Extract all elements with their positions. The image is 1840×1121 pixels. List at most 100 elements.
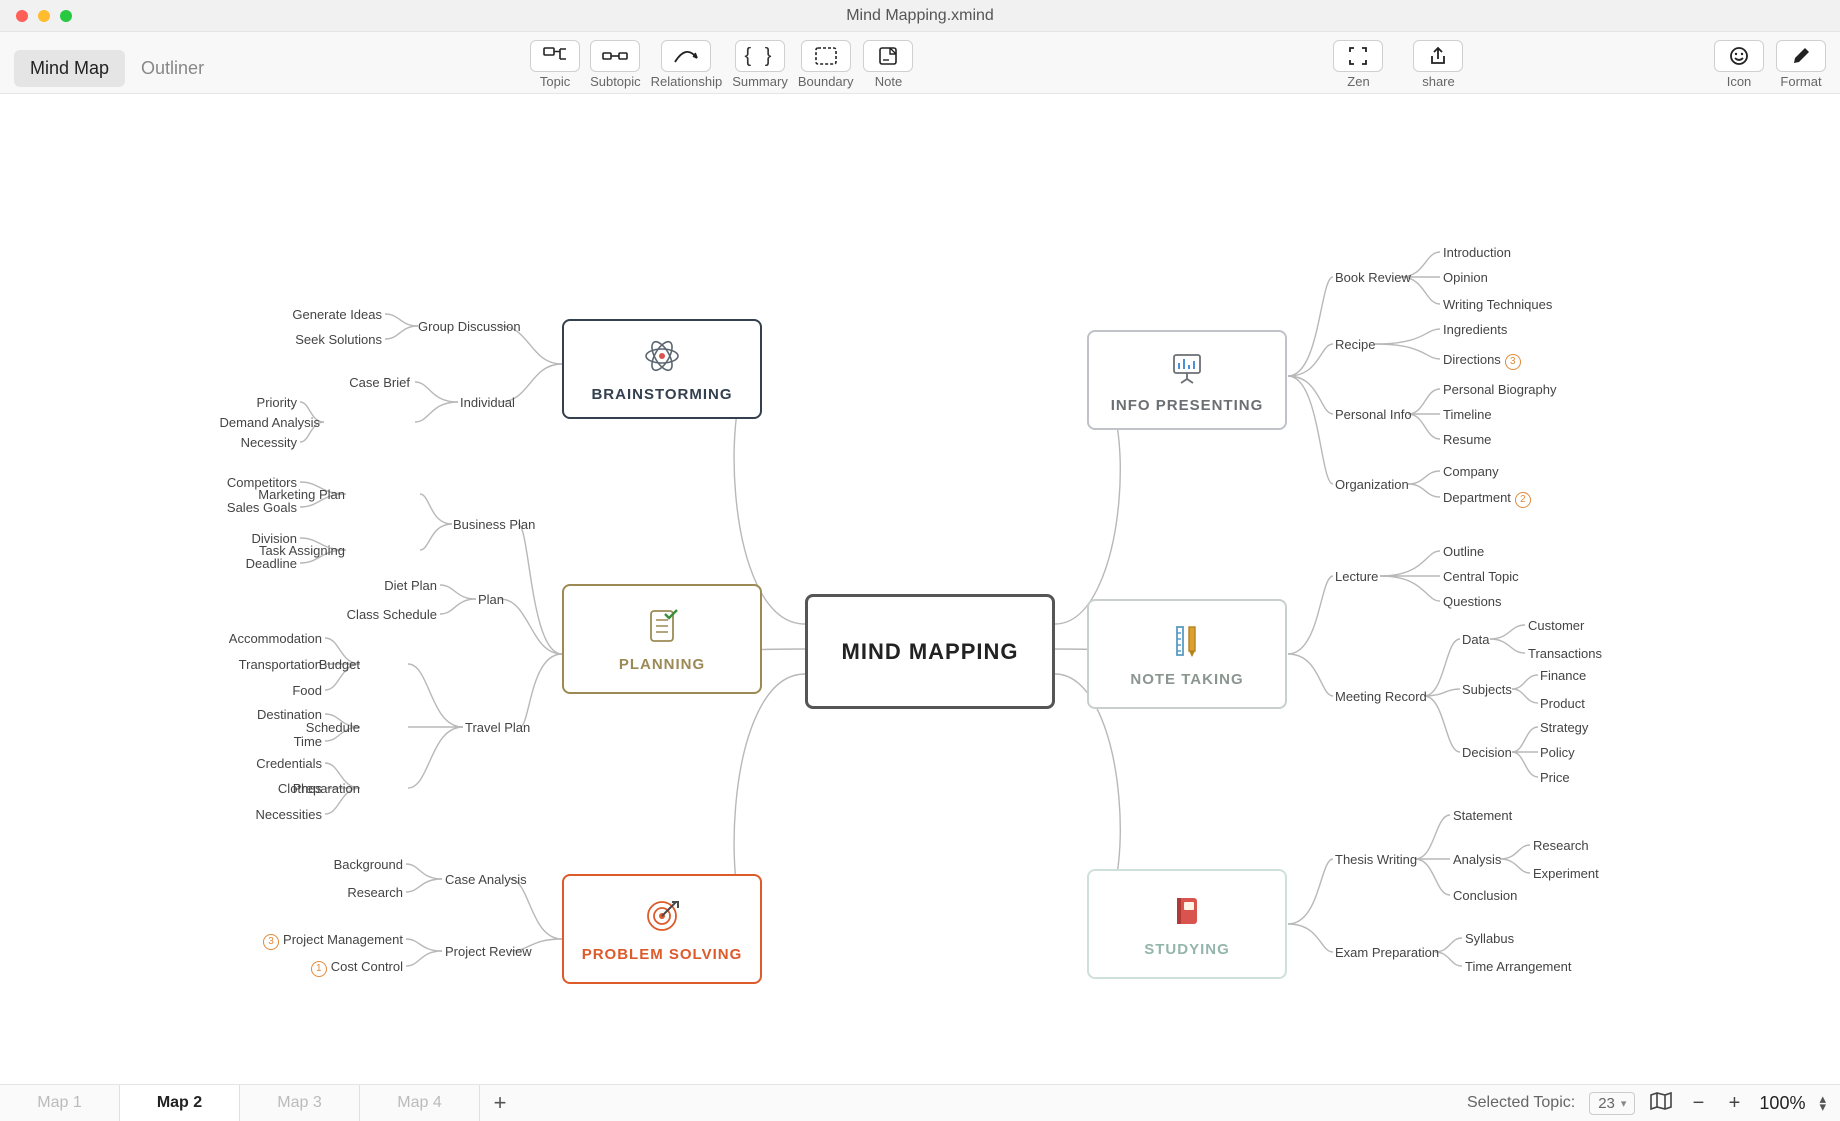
topic-node[interactable]: Seek Solutions	[295, 332, 382, 347]
topic-node[interactable]: Thesis Writing	[1335, 852, 1417, 867]
branch-planning[interactable]: PLANNING	[562, 584, 762, 694]
topic-node[interactable]: Exam Preparation	[1335, 945, 1439, 960]
topic-node[interactable]: Introduction	[1443, 245, 1511, 260]
branch-problem-solving[interactable]: PROBLEM SOLVING	[562, 874, 762, 984]
topic-node[interactable]: Timeline	[1443, 407, 1492, 422]
sheet-tab[interactable]: Map 1	[0, 1085, 120, 1121]
topic-node[interactable]: Credentials	[256, 756, 322, 771]
map-overview-icon[interactable]	[1649, 1091, 1673, 1116]
topic-node[interactable]: Writing Techniques	[1443, 297, 1552, 312]
branch-note-taking[interactable]: NOTE TAKING	[1087, 599, 1287, 709]
topic-node[interactable]: Resume	[1443, 432, 1491, 447]
topic-node[interactable]: 3Project Management	[259, 932, 403, 950]
topic-node[interactable]: Division	[251, 531, 297, 546]
topic-button[interactable]: Topic	[530, 40, 580, 89]
topic-node[interactable]: Meeting Record	[1335, 689, 1427, 704]
topic-node[interactable]: Statement	[1453, 808, 1512, 823]
topic-node[interactable]: Recipe	[1335, 337, 1375, 352]
selected-topic-dropdown[interactable]: 23 ▾	[1589, 1092, 1635, 1115]
topic-node[interactable]: Directions3	[1443, 352, 1525, 370]
topic-node[interactable]: Product	[1540, 696, 1585, 711]
topic-node[interactable]: Time Arrangement	[1465, 959, 1571, 974]
topic-node[interactable]: Opinion	[1443, 270, 1488, 285]
topic-node[interactable]: Necessities	[256, 807, 322, 822]
mind-map-canvas[interactable]: MIND MAPPING BRAINSTORMING PLANNING PROB…	[0, 94, 1840, 1084]
topic-node[interactable]: Background	[334, 857, 403, 872]
topic-node[interactable]: Group Discussion	[418, 319, 521, 334]
topic-node[interactable]: Personal Biography	[1443, 382, 1556, 397]
topic-node[interactable]: Questions	[1443, 594, 1502, 609]
topic-node[interactable]: Personal Info	[1335, 407, 1412, 422]
topic-node[interactable]: Outline	[1443, 544, 1484, 559]
topic-node[interactable]: Lecture	[1335, 569, 1378, 584]
topic-node[interactable]: Policy	[1540, 745, 1575, 760]
topic-node[interactable]: Experiment	[1533, 866, 1599, 881]
share-button[interactable]: share	[1413, 40, 1463, 89]
topic-node[interactable]: Project Review	[445, 944, 532, 959]
topic-node[interactable]: Sales Goals	[227, 500, 297, 515]
topic-node[interactable]: Finance	[1540, 668, 1586, 683]
branch-studying[interactable]: STUDYING	[1087, 869, 1287, 979]
central-topic[interactable]: MIND MAPPING	[805, 594, 1055, 709]
topic-node[interactable]: Generate Ideas	[292, 307, 382, 322]
topic-node[interactable]: Data	[1462, 632, 1489, 647]
boundary-button[interactable]: Boundary	[798, 40, 854, 89]
sheet-tab[interactable]: Map 2	[120, 1085, 240, 1121]
topic-node[interactable]: Case Analysis	[445, 872, 527, 887]
branch-info-presenting[interactable]: INFO PRESENTING	[1087, 330, 1287, 430]
topic-node[interactable]: Destination	[257, 707, 322, 722]
topic-node[interactable]: 1Cost Control	[307, 959, 403, 977]
topic-node[interactable]: Strategy	[1540, 720, 1588, 735]
topic-node[interactable]: Deadline	[246, 556, 297, 571]
zoom-stepper-icon[interactable]: ▴▾	[1819, 1095, 1826, 1111]
topic-node[interactable]: Time	[294, 734, 322, 749]
note-button[interactable]: Note	[863, 40, 913, 89]
add-sheet-button[interactable]: +	[480, 1085, 520, 1121]
topic-node[interactable]: Accommodation	[229, 631, 322, 646]
icon-button[interactable]: Icon	[1714, 40, 1764, 89]
topic-node[interactable]: Transactions	[1528, 646, 1602, 661]
topic-node[interactable]: Business Plan	[453, 517, 535, 532]
zoom-in-button[interactable]: +	[1723, 1092, 1745, 1114]
topic-node[interactable]: Book Review	[1335, 270, 1411, 285]
topic-node[interactable]: Decision	[1462, 745, 1512, 760]
format-button[interactable]: Format	[1776, 40, 1826, 89]
branch-brainstorming[interactable]: BRAINSTORMING	[562, 319, 762, 419]
topic-node[interactable]: Ingredients	[1443, 322, 1507, 337]
sheet-tab[interactable]: Map 3	[240, 1085, 360, 1121]
zen-button[interactable]: Zen	[1333, 40, 1383, 89]
topic-node[interactable]: Competitors	[227, 475, 297, 490]
summary-button[interactable]: { } Summary	[732, 40, 788, 89]
topic-node[interactable]: Food	[292, 683, 322, 698]
zoom-out-button[interactable]: −	[1687, 1092, 1709, 1114]
topic-node[interactable]: Necessity	[241, 435, 297, 450]
topic-node[interactable]: Syllabus	[1465, 931, 1514, 946]
topic-node[interactable]: Analysis	[1453, 852, 1501, 867]
topic-node[interactable]: Company	[1443, 464, 1499, 479]
topic-node[interactable]: Priority	[257, 395, 297, 410]
topic-node[interactable]: Travel Plan	[465, 720, 530, 735]
topic-node[interactable]: Diet Plan	[384, 578, 437, 593]
topic-node[interactable]: Central Topic	[1443, 569, 1519, 584]
mode-outliner[interactable]: Outliner	[125, 50, 220, 87]
mode-mind-map[interactable]: Mind Map	[14, 50, 125, 87]
topic-node[interactable]: Clothes	[278, 781, 322, 796]
topic-node[interactable]: Class Schedule	[347, 607, 437, 622]
topic-node[interactable]: Price	[1540, 770, 1570, 785]
relationship-button[interactable]: Relationship	[651, 40, 723, 89]
topic-node[interactable]: Transportation	[239, 657, 322, 672]
topic-node[interactable]: Conclusion	[1453, 888, 1517, 903]
topic-node[interactable]: Research	[347, 885, 403, 900]
topic-node[interactable]: Demand Analysis	[220, 415, 320, 430]
subtopic-button[interactable]: Subtopic	[590, 40, 641, 89]
topic-node[interactable]: Budget	[319, 657, 360, 672]
sheet-tab[interactable]: Map 4	[360, 1085, 480, 1121]
topic-node[interactable]: Research	[1533, 838, 1589, 853]
topic-node[interactable]: Subjects	[1462, 682, 1512, 697]
topic-node[interactable]: Organization	[1335, 477, 1409, 492]
topic-node[interactable]: Department2	[1443, 490, 1535, 508]
topic-node[interactable]: Individual	[460, 395, 515, 410]
topic-node[interactable]: Case Brief	[349, 375, 410, 390]
topic-node[interactable]: Schedule	[306, 720, 360, 735]
topic-node[interactable]: Plan	[478, 592, 504, 607]
